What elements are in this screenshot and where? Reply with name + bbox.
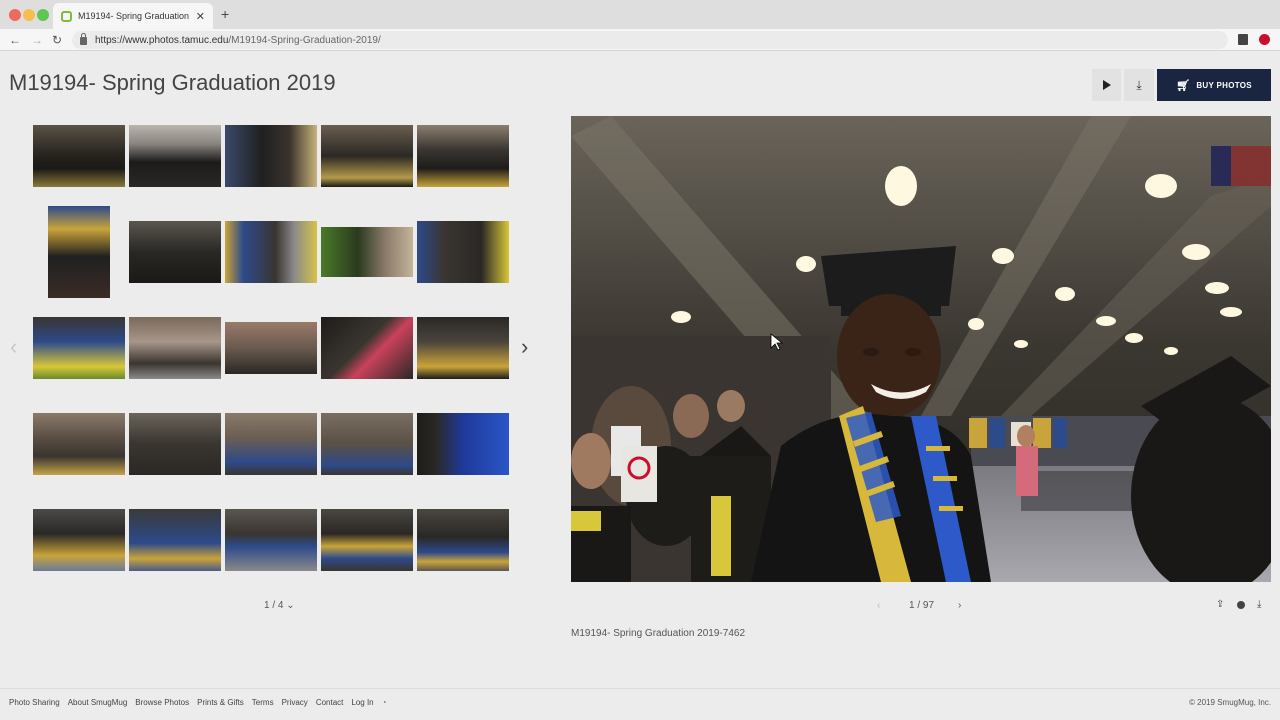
footer-link-terms[interactable]: Terms <box>252 698 274 707</box>
maximize-window-button[interactable] <box>37 9 49 21</box>
browser-tab-bar: M19194- Spring Graduation 20 ✕ + <box>0 0 1280 29</box>
info-icon[interactable] <box>1237 601 1245 609</box>
thumbnail[interactable] <box>417 509 509 571</box>
close-tab-icon[interactable]: ✕ <box>196 10 205 23</box>
thumbnail[interactable] <box>225 125 317 187</box>
address-bar[interactable]: https://www.photos.tamuc.edu/M19194-Spri… <box>72 31 1228 49</box>
prev-photo-arrow-icon[interactable]: ‹ <box>877 600 880 611</box>
download-icon: ⤓ <box>1136 78 1142 92</box>
thumbnail[interactable] <box>48 206 110 298</box>
lock-icon <box>80 33 87 45</box>
cart-icon: 🛒︎ <box>1176 79 1191 92</box>
thumbnail[interactable] <box>33 317 125 379</box>
thumbnail[interactable] <box>129 221 221 283</box>
new-tab-icon[interactable]: + <box>221 6 229 22</box>
play-icon <box>1102 80 1111 90</box>
slideshow-button[interactable] <box>1092 69 1121 101</box>
footer: Photo Sharing About SmugMug Browse Photo… <box>0 688 1280 720</box>
thumbnail[interactable] <box>225 413 317 475</box>
thumbnail[interactable] <box>321 317 413 379</box>
footer-link-privacy[interactable]: Privacy <box>282 698 308 707</box>
main-photo[interactable] <box>571 116 1271 582</box>
buy-photos-label: BUY PHOTOS <box>1196 80 1252 90</box>
url-host: https://www.photos.tamuc.edu <box>95 34 229 46</box>
footer-link-prints[interactable]: Prints & Gifts <box>197 698 244 707</box>
footer-links: Photo Sharing About SmugMug Browse Photo… <box>9 698 386 707</box>
thumbnail[interactable] <box>33 413 125 475</box>
share-icon[interactable]: ⇪ <box>1216 599 1224 610</box>
grid-next-arrow-icon[interactable]: › <box>521 336 528 358</box>
grid-prev-arrow-icon[interactable]: ‹ <box>10 336 17 358</box>
forward-arrow-icon[interactable]: → <box>31 32 43 48</box>
footer-link-login[interactable]: Log In <box>351 698 373 707</box>
thumbnail[interactable] <box>417 125 509 187</box>
footer-link-contact[interactable]: Contact <box>316 698 344 707</box>
copyright: © 2019 SmugMug, Inc. <box>1189 698 1271 707</box>
thumbnail[interactable] <box>225 221 317 283</box>
thumbnail[interactable] <box>33 125 125 187</box>
thumbnail[interactable] <box>417 413 509 475</box>
grid-page-selector[interactable]: 1 / 4 ⌄ <box>264 600 295 611</box>
thumbnail[interactable] <box>321 125 413 187</box>
clipboard-extension-icon[interactable] <box>1238 34 1248 45</box>
minimize-window-button[interactable] <box>23 9 35 21</box>
download-all-button[interactable]: ⤓ <box>1124 69 1154 101</box>
footer-link-photo-sharing[interactable]: Photo Sharing <box>9 698 60 707</box>
photo-counter: 1 / 97 <box>909 600 935 611</box>
thumbnail[interactable] <box>417 317 509 379</box>
thumbnail[interactable] <box>417 221 509 283</box>
graduate-photo <box>571 116 1271 582</box>
thumbnail[interactable] <box>33 509 125 571</box>
footer-link-browse[interactable]: Browse Photos <box>135 698 189 707</box>
reload-icon[interactable]: ↻ <box>52 32 62 48</box>
browser-tab[interactable]: M19194- Spring Graduation 20 ✕ <box>53 3 213 29</box>
browser-toolbar: ← → ↻ https://www.photos.tamuc.edu/M1919… <box>0 29 1280 51</box>
thumbnail[interactable] <box>225 322 317 374</box>
footer-link-about[interactable]: About SmugMug <box>68 698 128 707</box>
page-title: M19194- Spring Graduation 2019 <box>9 70 336 95</box>
thumbnail[interactable] <box>129 125 221 187</box>
smugmug-favicon-icon <box>61 10 72 22</box>
photo-caption: M19194- Spring Graduation 2019-7462 <box>571 628 746 639</box>
photo-download-icon[interactable]: ⤓ <box>1257 599 1261 610</box>
thumbnail[interactable] <box>321 509 413 571</box>
tab-title: M19194- Spring Graduation 20 <box>78 11 192 21</box>
back-arrow-icon[interactable]: ← <box>9 32 21 48</box>
thumbnail[interactable] <box>129 413 221 475</box>
thumbnail[interactable] <box>225 509 317 571</box>
thumbnail[interactable] <box>321 227 413 277</box>
thumbnail[interactable] <box>129 509 221 571</box>
stop-extension-icon[interactable] <box>1259 34 1270 45</box>
close-window-button[interactable] <box>9 9 21 21</box>
url-path: /M19194-Spring-Graduation-2019/ <box>228 34 381 46</box>
buy-photos-button[interactable]: 🛒︎ BUY PHOTOS <box>1157 69 1271 101</box>
next-photo-arrow-icon[interactable]: › <box>958 600 961 611</box>
thumbnail[interactable] <box>321 413 413 475</box>
rss-icon[interactable]: ◔ <box>382 698 387 707</box>
thumbnail[interactable] <box>129 317 221 379</box>
